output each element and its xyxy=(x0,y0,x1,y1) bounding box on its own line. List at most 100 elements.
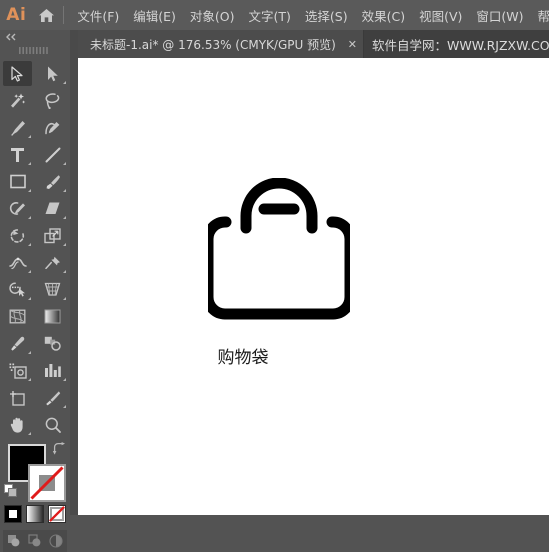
tool-eyedropper[interactable] xyxy=(0,330,35,357)
tool-mesh[interactable] xyxy=(0,303,35,330)
menu-item-help[interactable]: 帮助 xyxy=(531,0,549,30)
menu-item-edit[interactable]: 编辑(E) xyxy=(126,0,183,30)
tool-group-indicator xyxy=(28,189,31,192)
knife-slice-icon xyxy=(45,390,60,405)
tool-hand[interactable] xyxy=(0,411,35,438)
tool-shape-builder[interactable] xyxy=(0,276,35,303)
paint-mode-row xyxy=(4,502,66,526)
rotate-icon xyxy=(10,228,24,243)
tool-group-indicator xyxy=(28,351,31,354)
tool-curvature[interactable] xyxy=(35,114,70,141)
mesh-icon xyxy=(9,309,26,324)
drawing-mode-row xyxy=(3,530,67,552)
toolbar-collapse-button[interactable] xyxy=(0,30,70,44)
blend-icon xyxy=(44,336,61,351)
pushpin-icon xyxy=(44,256,60,269)
tool-line-segment[interactable] xyxy=(35,141,70,168)
watermark-text: 软件自学网：WWW.RJZXW.COM xyxy=(372,37,549,53)
document-tab-title: 未标题-1.ai* @ 176.53% (CMYK/GPU 预览) xyxy=(90,37,336,52)
none-slash-small-icon xyxy=(49,506,65,522)
type-T-icon xyxy=(11,147,24,162)
tool-blend[interactable] xyxy=(35,330,70,357)
illustrator-window: Ai 文件(F) 编辑(E) 对象(O) 文字(T) 选择(S) 效果(C) 视… xyxy=(0,0,549,552)
tool-free-transform[interactable] xyxy=(35,249,70,276)
document-tab[interactable]: 未标题-1.ai* @ 176.53% (CMYK/GPU 预览) ✕ xyxy=(78,30,364,58)
column-graph-icon xyxy=(45,364,61,377)
direct-selection-arrow-icon xyxy=(47,66,58,81)
artwork-label: 购物袋 xyxy=(217,348,269,368)
swap-fill-stroke-button[interactable] xyxy=(52,442,66,460)
tool-zoom[interactable] xyxy=(35,411,70,438)
menu-item-list: 文件(F) 编辑(E) 对象(O) 文字(T) 选择(S) 效果(C) 视图(V… xyxy=(70,0,549,30)
app-logo: Ai xyxy=(6,5,27,25)
tool-paintbrush[interactable] xyxy=(35,168,70,195)
tool-group-indicator xyxy=(28,216,31,219)
tool-group-indicator xyxy=(63,243,66,246)
menubar-divider xyxy=(63,6,65,24)
tool-group-indicator xyxy=(63,297,66,300)
tool-symbol-sprayer[interactable] xyxy=(0,357,35,384)
draw-behind-icon xyxy=(27,534,40,547)
home-icon xyxy=(39,8,55,22)
menu-bar: Ai 文件(F) 编辑(E) 对象(O) 文字(T) 选择(S) 效果(C) 视… xyxy=(0,0,549,30)
tool-type[interactable] xyxy=(0,141,35,168)
menu-item-view[interactable]: 视图(V) xyxy=(412,0,469,30)
scale-icon xyxy=(44,227,61,243)
rectangle-icon xyxy=(9,174,26,189)
tool-slice[interactable] xyxy=(35,384,70,411)
tool-rotate[interactable] xyxy=(0,222,35,249)
grip-dots-icon xyxy=(19,46,48,54)
pen-nib-icon xyxy=(10,120,25,136)
color-mode-inner xyxy=(9,510,17,518)
tool-grid xyxy=(0,56,70,438)
width-tool-icon xyxy=(8,257,27,269)
eraser-icon xyxy=(45,202,60,214)
tool-selection[interactable] xyxy=(0,60,35,87)
artboard-canvas[interactable]: 购物袋 xyxy=(78,58,549,515)
lasso-icon xyxy=(45,92,59,109)
swap-arrows-icon xyxy=(52,442,65,455)
tool-gradient[interactable] xyxy=(35,303,70,330)
home-button[interactable] xyxy=(33,0,62,30)
symbol-sprayer-icon xyxy=(9,363,27,379)
menu-item-object[interactable]: 对象(O) xyxy=(183,0,242,30)
tool-group-indicator xyxy=(63,81,66,84)
draw-normal-icon xyxy=(7,535,19,547)
tool-group-indicator xyxy=(28,162,31,165)
default-fill-stroke-button[interactable] xyxy=(4,484,18,503)
gradient-mode-button[interactable] xyxy=(26,505,44,523)
stroke-color-swatch[interactable] xyxy=(28,464,66,502)
menu-item-file[interactable]: 文件(F) xyxy=(70,0,126,30)
tool-scale[interactable] xyxy=(35,222,70,249)
document-tab-bar: 未标题-1.ai* @ 176.53% (CMYK/GPU 预览) ✕ 软件自学… xyxy=(0,30,549,58)
close-icon[interactable]: ✕ xyxy=(348,39,357,50)
tool-artboard[interactable] xyxy=(0,384,35,411)
menu-item-effect[interactable]: 效果(C) xyxy=(355,0,412,30)
tool-pen[interactable] xyxy=(0,114,35,141)
tool-direct-selection[interactable] xyxy=(35,60,70,87)
magnifier-icon xyxy=(45,417,61,433)
draw-behind-button[interactable] xyxy=(24,530,45,552)
tool-lasso[interactable] xyxy=(35,87,70,114)
color-swatch-area xyxy=(0,440,70,552)
tool-group-indicator xyxy=(63,189,66,192)
paintbrush-icon xyxy=(46,174,60,189)
menu-item-window[interactable]: 窗口(W) xyxy=(469,0,530,30)
toolbar-drag-handle[interactable] xyxy=(0,44,70,56)
tool-perspective-grid[interactable] xyxy=(35,276,70,303)
draw-normal-button[interactable] xyxy=(3,530,24,552)
tool-column-graph[interactable] xyxy=(35,357,70,384)
selection-arrow-icon xyxy=(11,65,23,82)
menu-item-type[interactable]: 文字(T) xyxy=(242,0,298,30)
none-mode-button[interactable] xyxy=(48,505,66,523)
tool-width[interactable] xyxy=(0,249,35,276)
tool-rectangle[interactable] xyxy=(0,168,35,195)
tool-eraser[interactable] xyxy=(35,195,70,222)
toolbar-canvas-divider xyxy=(70,30,78,515)
shopping-bag-artwork[interactable] xyxy=(208,178,350,336)
tool-shaper[interactable] xyxy=(0,195,35,222)
menu-item-select[interactable]: 选择(S) xyxy=(298,0,355,30)
color-mode-button[interactable] xyxy=(4,505,22,523)
draw-inside-button[interactable] xyxy=(45,530,66,552)
tool-magic-wand[interactable] xyxy=(0,87,35,114)
